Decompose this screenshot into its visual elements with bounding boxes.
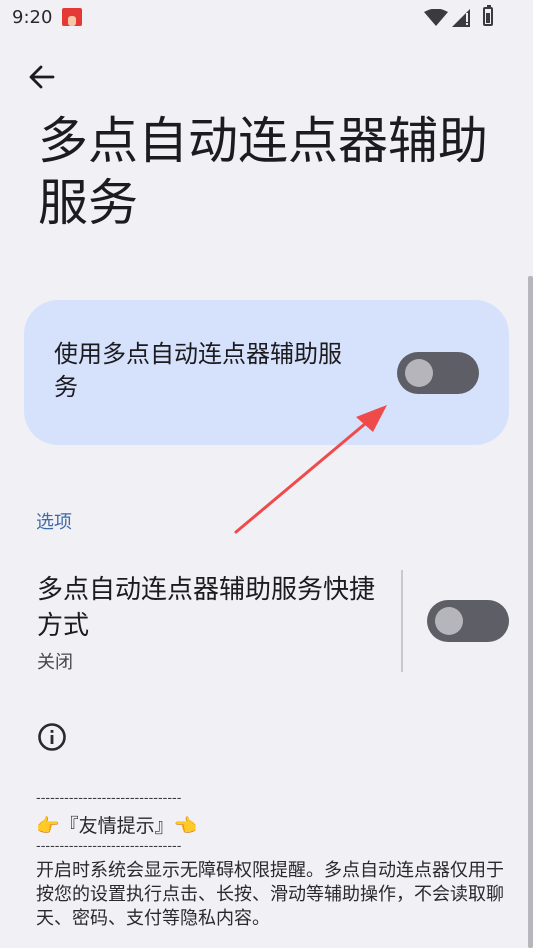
scrollbar[interactable] bbox=[528, 276, 533, 948]
toggle-thumb bbox=[405, 359, 433, 387]
page-title: 多点自动连点器辅助服务 bbox=[38, 112, 488, 232]
preference-divider bbox=[401, 570, 403, 672]
tip-divider-bottom: ------------------------------- bbox=[36, 839, 182, 854]
tip-title: 👉『友情提示』👈 bbox=[36, 815, 198, 837]
signal-icon bbox=[452, 9, 470, 27]
arrow-back-icon bbox=[29, 65, 55, 89]
back-button[interactable] bbox=[26, 61, 58, 93]
tip-divider-top: ------------------------------- bbox=[36, 791, 182, 806]
shortcut-title: 多点自动连点器辅助服务快捷方式 bbox=[37, 575, 376, 641]
section-header-options: 选项 bbox=[36, 512, 72, 533]
battery-icon bbox=[483, 5, 493, 26]
wifi-icon bbox=[424, 9, 448, 26]
status-bar: 9:20 bbox=[0, 0, 533, 36]
shortcut-summary: 关闭 bbox=[37, 652, 73, 673]
status-time: 9:20 bbox=[12, 7, 53, 28]
use-service-toggle[interactable] bbox=[397, 352, 479, 394]
tip-body: 开启时系统会显示无障碍权限提醒。多点自动连点器仅用于按您的设置执行点击、长按、滑… bbox=[36, 860, 504, 929]
notification-app-icon bbox=[62, 8, 82, 26]
shortcut-toggle[interactable] bbox=[427, 600, 509, 642]
shortcut-preference[interactable]: 多点自动连点器辅助服务快捷方式 关闭 bbox=[0, 560, 533, 680]
use-service-label: 使用多点自动连点器辅助服务 bbox=[54, 340, 342, 401]
toggle-thumb bbox=[435, 607, 463, 635]
info-icon bbox=[38, 723, 66, 751]
use-service-card[interactable]: 使用多点自动连点器辅助服务 bbox=[24, 300, 509, 445]
